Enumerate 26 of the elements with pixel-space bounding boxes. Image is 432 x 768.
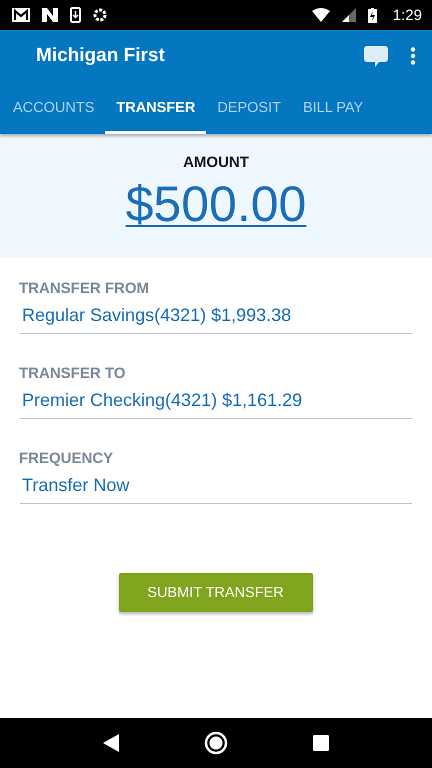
wifi-icon: [312, 8, 330, 22]
amount-value[interactable]: $500.00: [126, 175, 306, 233]
chat-icon[interactable]: [364, 46, 388, 66]
app-notification-icon: [42, 8, 58, 22]
amount-label: AMOUNT: [183, 154, 249, 171]
tab[interactable]: DEPOSIT: [206, 82, 292, 134]
download-icon: [70, 7, 81, 23]
more-menu-icon[interactable]: [410, 47, 416, 65]
app-title: Michigan First: [36, 45, 166, 67]
tab[interactable]: BILL PAY: [292, 82, 374, 134]
tab[interactable]: ACCOUNTS: [2, 82, 106, 134]
submit-button[interactable]: SUBMIT TRANSFER: [118, 573, 312, 612]
signal-icon: [342, 8, 356, 22]
select-field[interactable]: Regular Savings(4321) $1,993.38: [20, 305, 412, 334]
select-field[interactable]: Transfer Now: [20, 475, 412, 504]
status-time: 1:29: [392, 6, 422, 24]
mail-icon: [12, 8, 30, 22]
field-label: FREQUENCY: [19, 450, 114, 467]
battery-icon: [368, 8, 377, 22]
field-label: TRANSFER TO: [19, 365, 126, 382]
back-icon[interactable]: [102, 734, 119, 752]
select-field[interactable]: Premier Checking(4321) $1,161.29: [20, 390, 412, 419]
gear-icon: [93, 8, 107, 22]
home-icon[interactable]: [204, 731, 228, 755]
recents-icon[interactable]: [313, 735, 330, 751]
field-label: TRANSFER FROM: [19, 280, 150, 297]
